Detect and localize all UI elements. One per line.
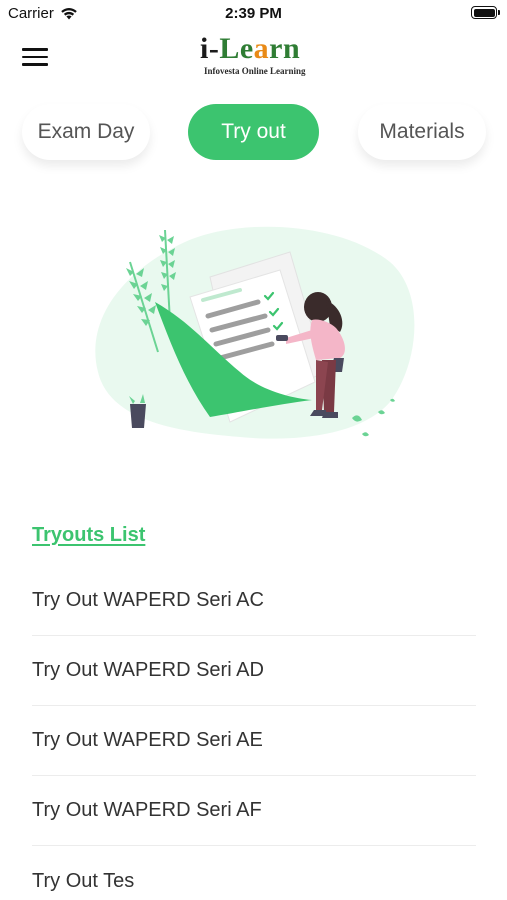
- logo-subtitle: Infovesta Online Learning: [204, 66, 306, 76]
- tryouts-list: Try Out WAPERD Seri AC Try Out WAPERD Se…: [32, 566, 476, 900]
- status-bar: Carrier 2:39 PM: [0, 0, 507, 28]
- tab-materials[interactable]: Materials: [358, 104, 486, 160]
- list-item[interactable]: Try Out WAPERD Seri AD: [32, 636, 476, 706]
- section-tabs: Exam Day Try out Materials: [0, 104, 507, 162]
- list-item[interactable]: Try Out WAPERD Seri AC: [32, 566, 476, 636]
- hamburger-menu-icon[interactable]: [22, 48, 48, 70]
- status-time: 2:39 PM: [225, 5, 282, 22]
- tryout-illustration: [95, 226, 415, 439]
- list-item[interactable]: Try Out Tes: [32, 846, 476, 900]
- list-item[interactable]: Try Out WAPERD Seri AE: [32, 706, 476, 776]
- app-header: i-Learn Infovesta Online Learning: [0, 28, 507, 90]
- tab-try-out[interactable]: Try out: [188, 104, 319, 160]
- battery-icon: [471, 6, 500, 19]
- list-item[interactable]: Try Out WAPERD Seri AF: [32, 776, 476, 846]
- tab-exam-day[interactable]: Exam Day: [22, 104, 150, 160]
- logo-wordmark: i-Learn: [200, 32, 301, 65]
- tryouts-list-title[interactable]: Tryouts List: [32, 524, 145, 547]
- app-screen: Carrier 2:39 PM i-Learn Infovesta Online…: [0, 0, 507, 900]
- i-learn-logo: i-Learn Infovesta Online Learning: [200, 34, 310, 84]
